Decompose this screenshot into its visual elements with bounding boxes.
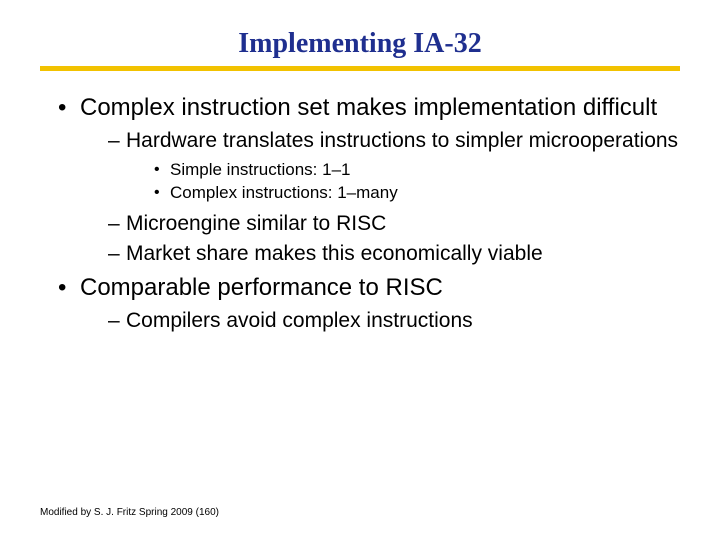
bullet-item: Market share makes this economically via…	[108, 241, 680, 267]
bullet-text: Comparable performance to RISC	[80, 274, 443, 301]
footer-text: Modified by S. J. Fritz Spring 2009 (160…	[40, 507, 219, 518]
bullet-text: Compilers avoid complex instructions	[126, 309, 473, 332]
slide: Implementing IA-32 Complex instruction s…	[0, 0, 720, 540]
bullet-text: Market share makes this economically via…	[126, 242, 543, 265]
bullet-text: Complex instruction set makes implementa…	[80, 94, 657, 121]
bullet-item: Complex instructions: 1–many	[154, 182, 680, 205]
bullet-list-level2: Compilers avoid complex instructions	[80, 308, 680, 334]
bullet-item: Hardware translates instructions to simp…	[108, 128, 680, 205]
title-underline	[40, 66, 680, 71]
bullet-text: Simple instructions: 1–1	[170, 160, 350, 179]
bullet-item: Compilers avoid complex instructions	[108, 308, 680, 334]
bullet-text: Complex instructions: 1–many	[170, 183, 398, 202]
bullet-text: Microengine similar to RISC	[126, 212, 386, 235]
bullet-item: Simple instructions: 1–1	[154, 159, 680, 182]
bullet-text: Hardware translates instructions to simp…	[126, 129, 678, 152]
bullet-item: Microengine similar to RISC	[108, 211, 680, 237]
bullet-list-level2: Hardware translates instructions to simp…	[80, 128, 680, 267]
bullet-item: Comparable performance to RISC Compilers…	[58, 273, 680, 335]
bullet-list-level3: Simple instructions: 1–1 Complex instruc…	[126, 159, 680, 206]
bullet-list-level1: Complex instruction set makes implementa…	[40, 93, 680, 334]
bullet-item: Complex instruction set makes implementa…	[58, 93, 680, 267]
slide-title: Implementing IA-32	[40, 28, 680, 60]
